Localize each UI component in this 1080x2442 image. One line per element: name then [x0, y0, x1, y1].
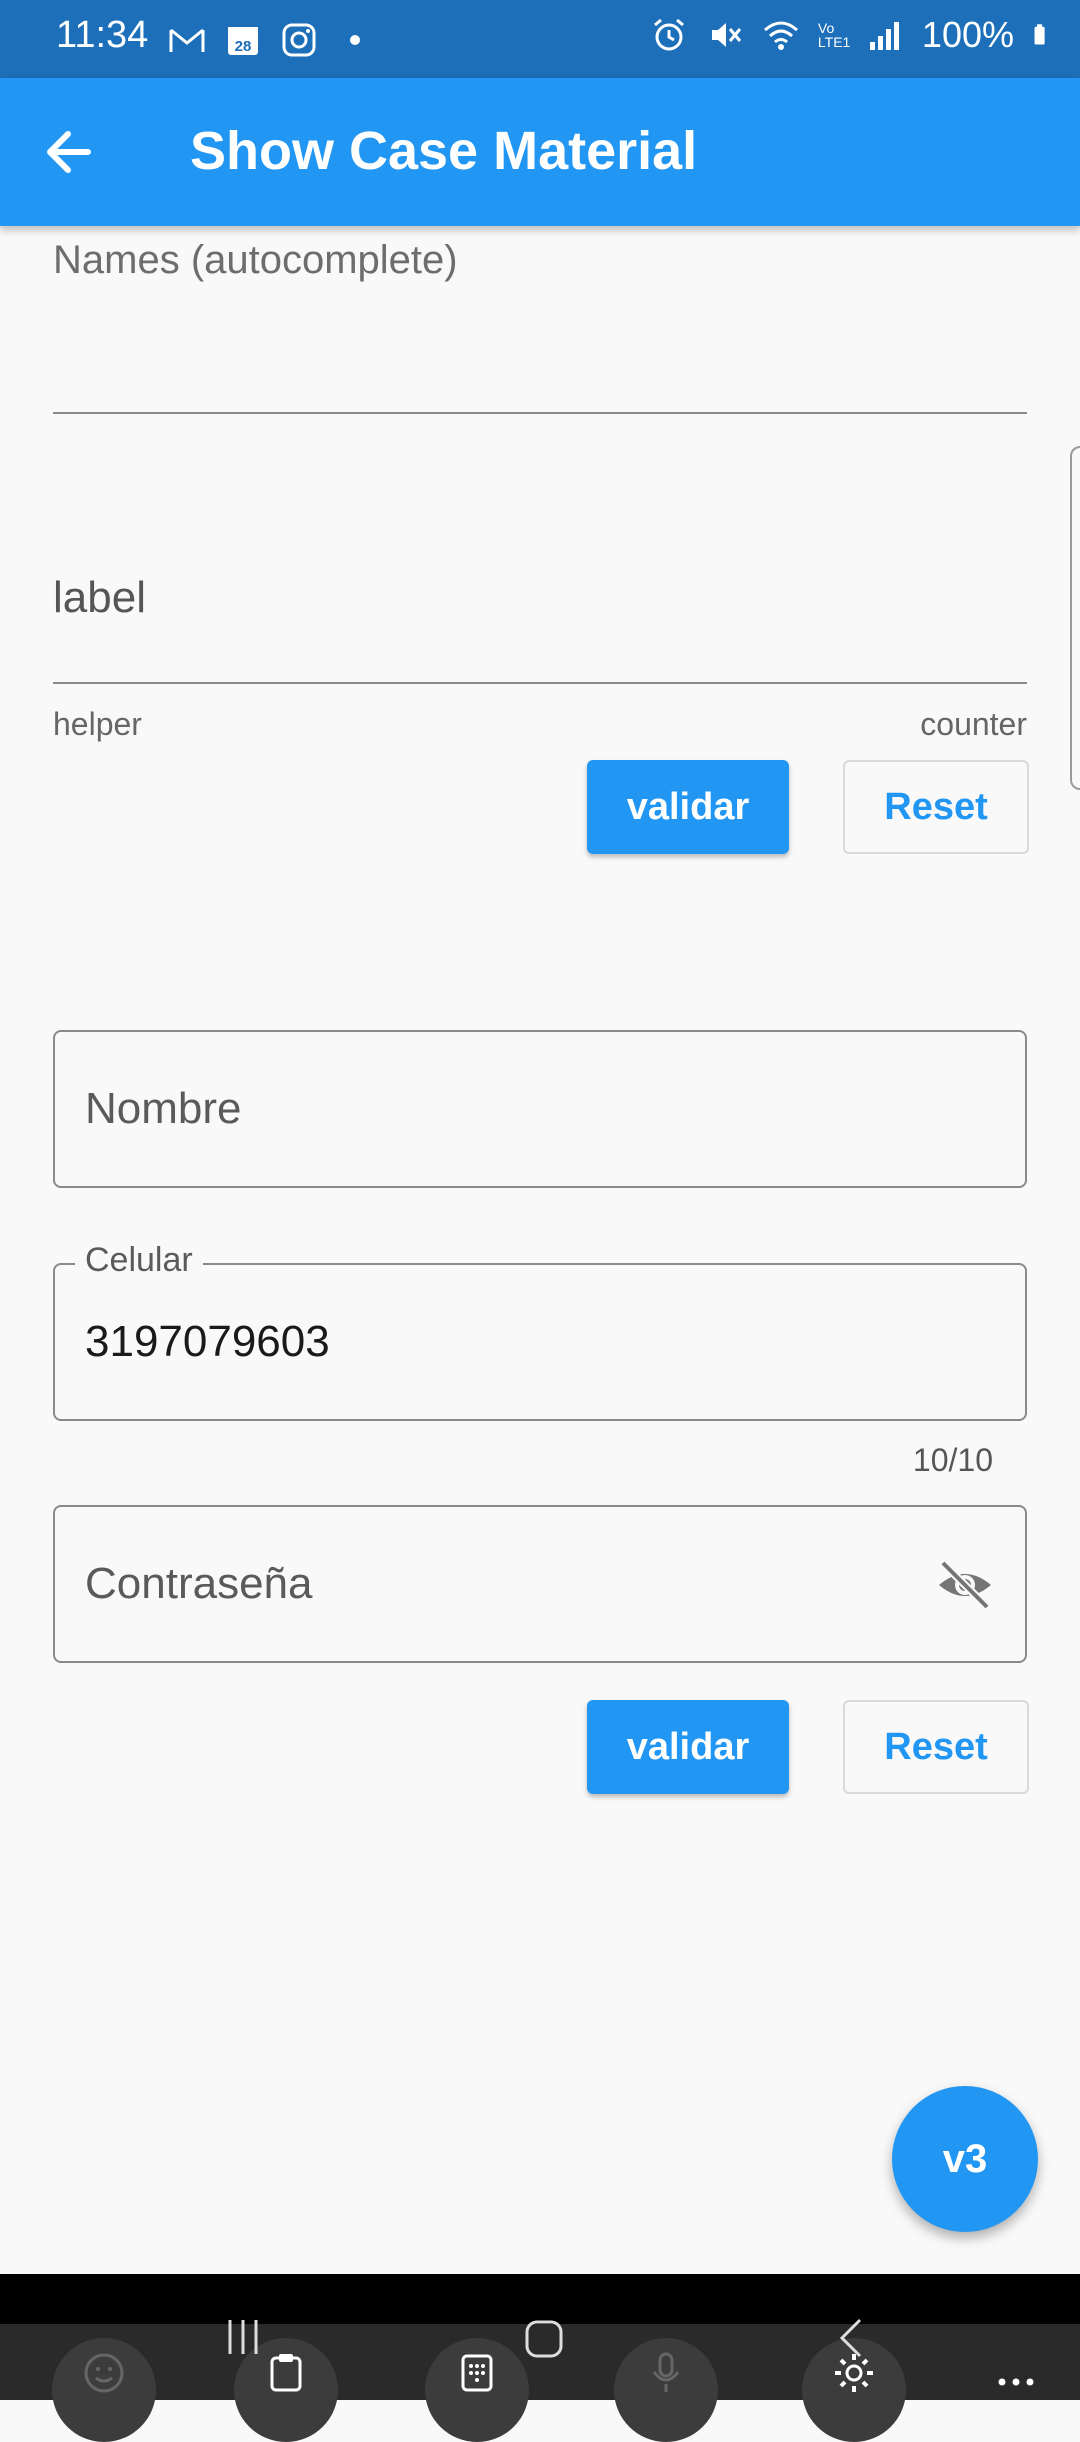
- signal-icon: [869, 22, 899, 50]
- validate-button-2[interactable]: validar: [587, 1700, 789, 1794]
- validate-button[interactable]: validar: [587, 760, 789, 854]
- helper-text: helper: [53, 706, 142, 742]
- battery-percent: 100%: [921, 14, 1014, 55]
- status-time: 11:34: [56, 14, 149, 56]
- network-label: Vo LTE1: [817, 20, 851, 50]
- counter-text: counter: [920, 706, 1027, 742]
- text-field-label: label: [53, 573, 146, 622]
- instagram-icon: [282, 23, 316, 57]
- autocomplete-input[interactable]: [53, 412, 1027, 414]
- calendar-icon: 28: [228, 27, 258, 55]
- emoji-icon: [84, 2353, 124, 2393]
- autocomplete-label: Names (autocomplete): [53, 238, 458, 282]
- home-icon[interactable]: [521, 2316, 567, 2362]
- app-bar: Show Case Material: [0, 78, 1080, 226]
- celular-label: Celular: [75, 1241, 203, 1280]
- more-options-icon[interactable]: [993, 2350, 1039, 2396]
- reset-button[interactable]: Reset: [843, 760, 1029, 854]
- fab-button[interactable]: v3: [892, 2086, 1038, 2232]
- keypad-icon: [461, 2354, 493, 2392]
- battery-icon: [1034, 24, 1045, 45]
- dot-icon: [350, 35, 360, 45]
- mic-icon: [652, 2352, 680, 2392]
- text-field-input[interactable]: [53, 682, 1027, 684]
- calendar-day: 28: [235, 38, 252, 55]
- wifi-icon: [763, 21, 798, 50]
- nav-back-icon[interactable]: [830, 2316, 876, 2362]
- status-bar: 11:34 28 Vo LTE1 100%: [0, 0, 1080, 78]
- gmail-icon: [169, 28, 205, 52]
- celular-counter: 10/10: [912, 1442, 993, 1478]
- status-right: Vo LTE1 100%: [650, 14, 1056, 56]
- celular-field[interactable]: Celular 3197079603: [53, 1241, 1027, 1421]
- notification-icons: 28: [168, 20, 374, 60]
- password-placeholder: Contraseña: [85, 1559, 313, 1608]
- password-field[interactable]: Contraseña: [53, 1505, 1027, 1663]
- reset-button-2[interactable]: Reset: [843, 1700, 1029, 1794]
- clipboard-icon: [270, 2354, 302, 2392]
- celular-value: 3197079603: [85, 1317, 330, 1366]
- nombre-placeholder: Nombre: [85, 1084, 242, 1133]
- recent-apps-icon[interactable]: [220, 2316, 266, 2362]
- nombre-field[interactable]: Nombre: [53, 1030, 1027, 1188]
- back-arrow-icon[interactable]: [40, 122, 108, 182]
- alarm-icon: [653, 18, 684, 51]
- visibility-off-icon[interactable]: [935, 1559, 995, 1611]
- scroll-handle[interactable]: [1070, 446, 1080, 790]
- page-title: Show Case Material: [190, 121, 698, 181]
- mute-icon: [711, 23, 742, 47]
